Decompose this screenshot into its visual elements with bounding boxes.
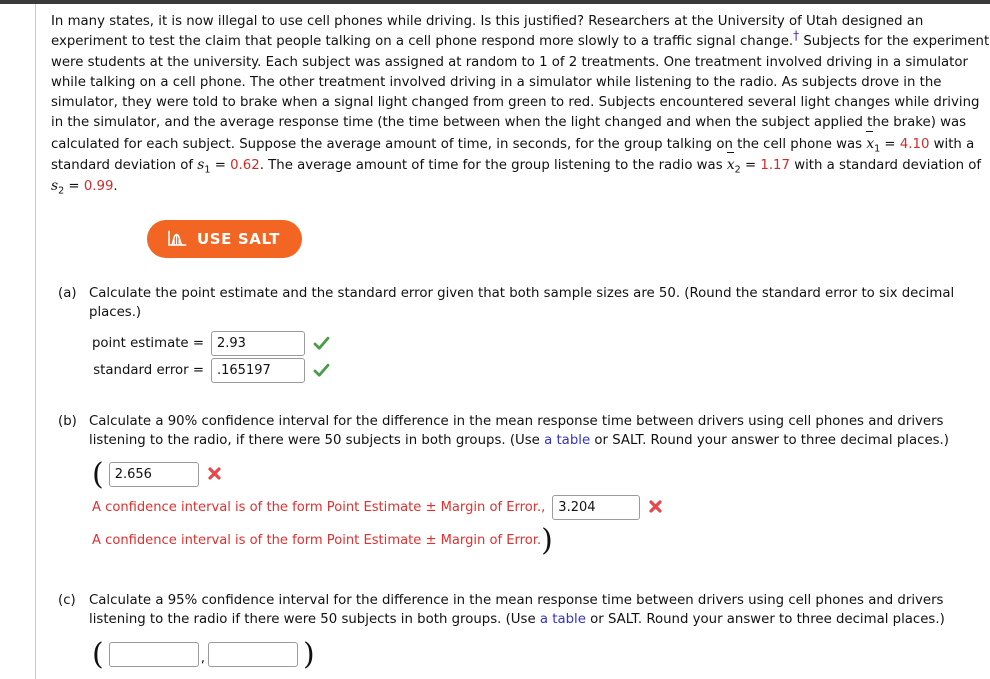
error-message-upper: A confidence interval is of the form Poi… <box>92 533 542 549</box>
ci-lower-bound-input[interactable] <box>108 462 199 488</box>
a-table-link[interactable]: a table <box>540 612 586 627</box>
question-b-letter: (b) <box>58 413 77 429</box>
question-b-interval: ( A confidence interval is of the form P… <box>89 459 976 555</box>
value-xbar1: 4.10 <box>899 136 930 152</box>
incorrect-x-icon <box>207 466 224 483</box>
standard-error-label: standard error = <box>93 363 204 379</box>
point-estimate-input[interactable] <box>211 331 305 357</box>
a-table-link[interactable]: a table <box>544 433 590 448</box>
ci-lower-bound-input[interactable] <box>108 642 199 668</box>
equals-2: = <box>210 158 231 174</box>
question-c: (c) Calculate a 95% confidence interval … <box>51 591 976 670</box>
value-s2: 0.99 <box>83 179 114 195</box>
standard-error-input[interactable] <box>211 358 305 384</box>
question-a-text: Calculate the point estimate and the sta… <box>89 285 955 321</box>
ci-upper-bound-input[interactable] <box>552 495 641 521</box>
assignment-page: In many states, it is now illegal to use… <box>37 4 990 679</box>
point-estimate-label: point estimate = <box>91 336 204 352</box>
equals-4: = <box>64 179 84 195</box>
variable-xbar2: x <box>726 152 735 175</box>
correct-check-icon <box>313 335 330 352</box>
interval-separator: , <box>200 650 205 666</box>
question-c-text-after: or SALT. Round your answer to three deci… <box>585 612 945 628</box>
value-xbar2: 1.17 <box>760 158 790 174</box>
equals-3: = <box>740 158 761 174</box>
use-salt-button[interactable]: USE SALT <box>147 219 302 258</box>
correct-check-icon <box>313 362 330 379</box>
error-message-lower: A confidence interval is of the form Poi… <box>92 500 546 516</box>
question-c-text: Calculate a 95% confidence interval for … <box>89 591 959 630</box>
problem-text-end: . <box>113 179 118 195</box>
left-margin-rail <box>0 4 36 679</box>
problem-statement: In many states, it is now illegal to use… <box>51 12 990 198</box>
question-b-text-after: or SALT. Round your answer to three deci… <box>590 433 949 449</box>
question-b-text: Calculate a 90% confidence interval for … <box>89 412 959 451</box>
question-a-answers: point estimate = standard error = <box>89 331 976 384</box>
value-s1: 0.62 <box>230 158 260 174</box>
question-b: (b) Calculate a 90% confidence interval … <box>51 412 976 556</box>
problem-text-mid3: with a standard deviation of <box>789 158 982 174</box>
variable-xbar1: x <box>866 130 874 154</box>
ci-upper-bound-input[interactable] <box>207 642 298 668</box>
equals-1: = <box>880 136 900 152</box>
problem-text-body: Subjects for the experiment were student… <box>51 34 990 152</box>
question-a-letter: (a) <box>58 285 77 301</box>
question-a: (a) Calculate the point estimate and the… <box>51 284 976 386</box>
point-estimate-row: point estimate = <box>89 331 976 357</box>
problem-text-mid2: . The average amount of time for the gro… <box>259 158 727 174</box>
salt-button-container: USE SALT <box>51 219 976 258</box>
distribution-chart-icon <box>167 230 187 248</box>
question-c-letter: (c) <box>58 592 76 608</box>
question-c-interval: ( , ) <box>92 636 315 672</box>
incorrect-x-icon <box>648 499 665 516</box>
standard-error-row: standard error = <box>89 358 976 384</box>
use-salt-label: USE SALT <box>197 229 280 248</box>
